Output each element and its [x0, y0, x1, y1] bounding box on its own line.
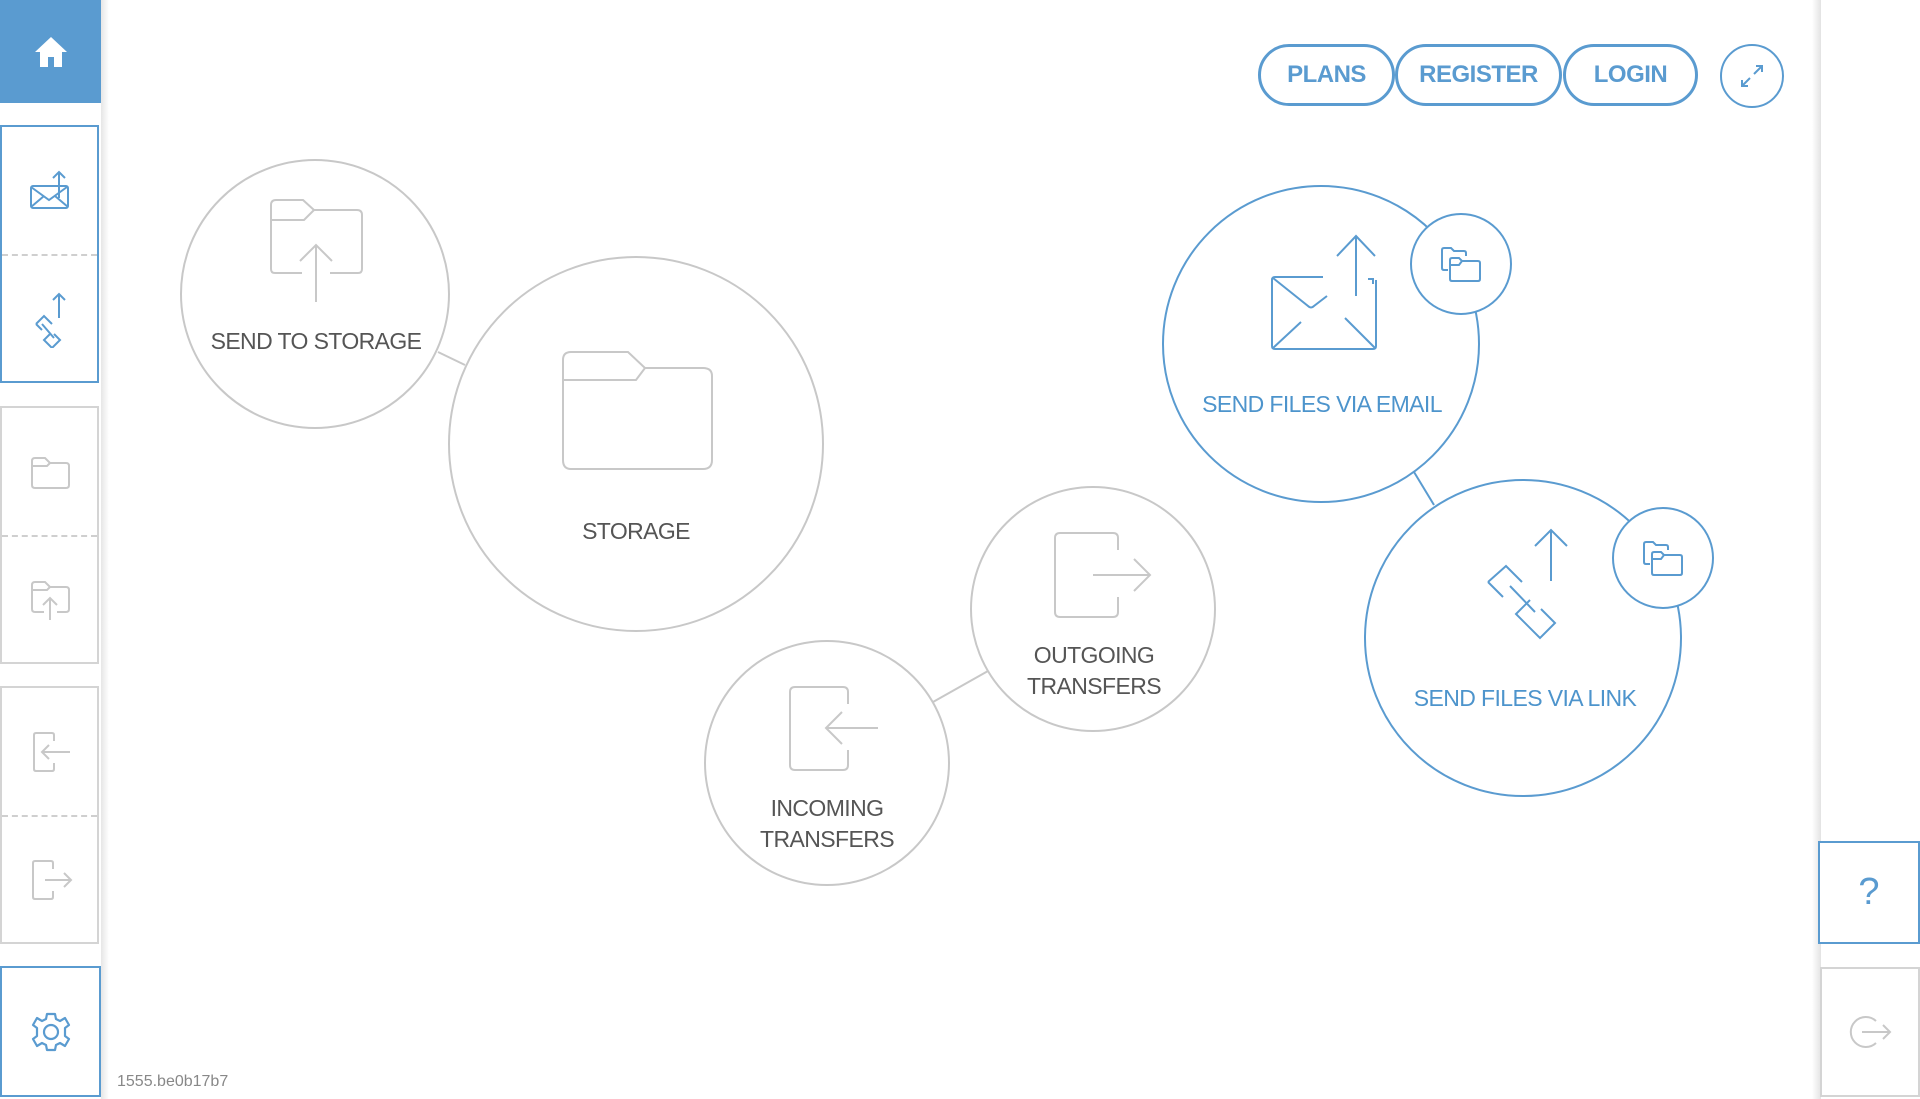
storage-label: STORAGE: [582, 518, 690, 544]
outgoing-label-line1: OUTGOING: [1033, 642, 1155, 668]
send-to-storage-label: SEND TO STORAGE: [210, 328, 422, 354]
send-files-via-email-label: SEND FILES VIA EMAIL: [1202, 391, 1442, 417]
connector-transfers: [932, 670, 989, 703]
incoming-label-line1: INCOMING: [770, 795, 884, 821]
email-storage-button[interactable]: [1410, 213, 1512, 315]
incoming-transfers-label: INCOMING TRANSFERS: [760, 793, 895, 855]
outgoing-label-line2: TRANSFERS: [1027, 673, 1162, 699]
send-files-via-link-label: SEND FILES VIA LINK: [1413, 685, 1637, 711]
bubble-send-to-storage[interactable]: [180, 159, 450, 429]
link-storage-button[interactable]: [1612, 507, 1714, 609]
incoming-label-line2: TRANSFERS: [760, 826, 895, 852]
connector-send-to-storage: [437, 351, 466, 366]
connector-email-link: [1413, 471, 1435, 506]
bubble-storage[interactable]: [448, 256, 824, 632]
feature-map: [180, 159, 1714, 886]
outgoing-transfers-label: OUTGOING TRANSFERS: [1027, 640, 1162, 702]
